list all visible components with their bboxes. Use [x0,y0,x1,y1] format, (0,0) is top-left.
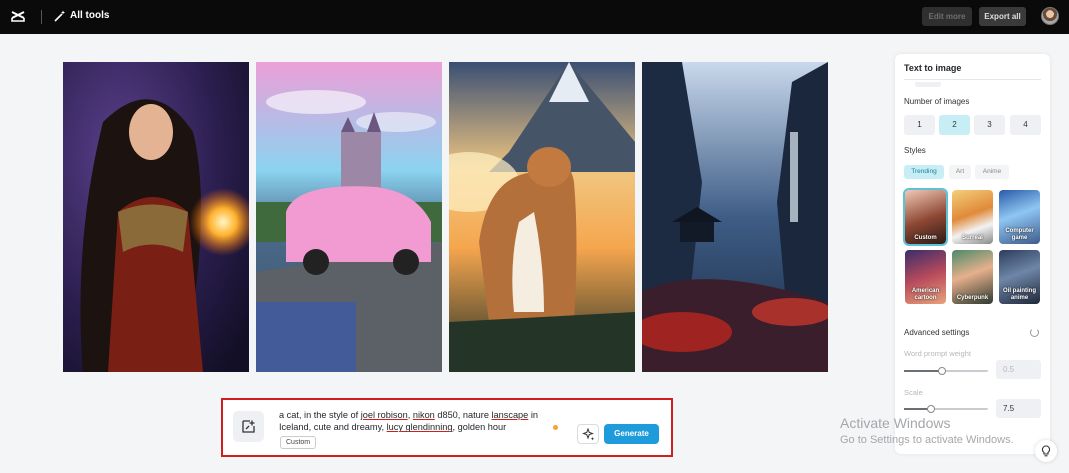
style-card-label: Computer game [1005,228,1034,241]
all-tools-link[interactable]: All tools [70,10,109,21]
prompt-segment-misspelled: joel robison [360,410,408,420]
enhance-prompt-button[interactable] [577,424,599,444]
style-card-label: Oil painting anime [1003,288,1036,301]
scale-label: Scale [904,388,923,397]
top-bar: All tools Edit more Export all [0,0,1069,34]
prompt-segment-misspelled: nikon [412,410,435,420]
reset-icon[interactable] [1030,328,1039,337]
lightbulb-icon [1041,445,1051,457]
tab-anime[interactable]: Anime [975,165,1009,179]
style-card-cyberpunk[interactable]: Cyberpunk [952,250,993,304]
panel-title: Text to image [904,63,962,73]
slider-fill [904,370,942,372]
count-option-3[interactable]: 3 [974,115,1005,135]
magic-wand-icon [54,10,65,22]
style-card-surreal[interactable]: Surreal [952,190,993,244]
status-dot [553,425,558,430]
style-card-custom[interactable]: Custom [903,188,948,246]
prompt-segment-misspelled: lucy glendinning [386,422,453,433]
generated-image-4[interactable] [642,62,828,372]
tab-art[interactable]: Art [949,165,971,179]
prompt-segment: , golden hour [452,422,507,433]
scroll-indicator [915,82,941,87]
slider-handle[interactable] [937,367,946,375]
style-card-label: Surreal [962,234,983,241]
export-all-button[interactable]: Export all [979,7,1026,26]
prompt-input[interactable]: a cat, in the style of joel robison, nik… [279,409,564,434]
scale-slider[interactable] [904,405,988,413]
avatar[interactable] [1041,7,1059,25]
count-option-4[interactable]: 4 [1010,115,1041,135]
style-card-oil-painting-anime[interactable]: Oil painting anime [999,250,1040,304]
sparkle-icon [582,428,595,441]
prompt-segment: d850, nature [434,410,492,420]
generated-image-2[interactable] [256,62,442,372]
activation-watermark-detail: Go to Settings to activate Windows. [840,434,1014,446]
style-chip[interactable]: Custom [280,436,317,449]
prompt-box: a cat, in the style of joel robison, nik… [221,398,673,457]
word-weight-value-field[interactable]: 0.5 [996,360,1041,379]
image-add-icon [242,420,255,433]
edit-more-button[interactable]: Edit more [922,7,972,26]
style-card-label: Custom [914,234,937,241]
help-button[interactable] [1035,440,1057,462]
divider [41,10,42,24]
word-prompt-weight-label: Word prompt weight [904,349,971,358]
generate-button[interactable]: Generate [604,424,659,444]
advanced-settings-label: Advanced settings [904,328,970,337]
style-card-computer-game[interactable]: Computer game [999,190,1040,244]
scale-value-field[interactable]: 7.5 [996,399,1041,418]
style-card-label: Cyberpunk [956,294,989,301]
count-option-1[interactable]: 1 [904,115,935,135]
word-weight-slider[interactable] [904,367,988,375]
generated-image-1[interactable] [63,62,249,372]
slider-handle[interactable] [926,405,935,413]
style-card-label: American cartoon [911,288,940,301]
divider [904,79,1041,80]
settings-panel: Text to image Number of images 1 2 3 4 S… [895,54,1050,454]
tab-trending[interactable]: Trending [904,165,944,179]
prompt-segment: a cat, in the style of [279,410,361,420]
capcut-logo-icon[interactable] [10,9,26,25]
style-card-american-cartoon[interactable]: American cartoon [905,250,946,304]
activation-watermark: Activate Windows [840,415,951,431]
prompt-segment-misspelled: lanscape [491,410,529,420]
number-of-images-label: Number of images [904,97,970,106]
image-reference-button[interactable] [233,411,264,442]
generated-image-3[interactable] [449,62,635,372]
styles-label: Styles [904,146,926,155]
count-option-2[interactable]: 2 [939,115,970,135]
